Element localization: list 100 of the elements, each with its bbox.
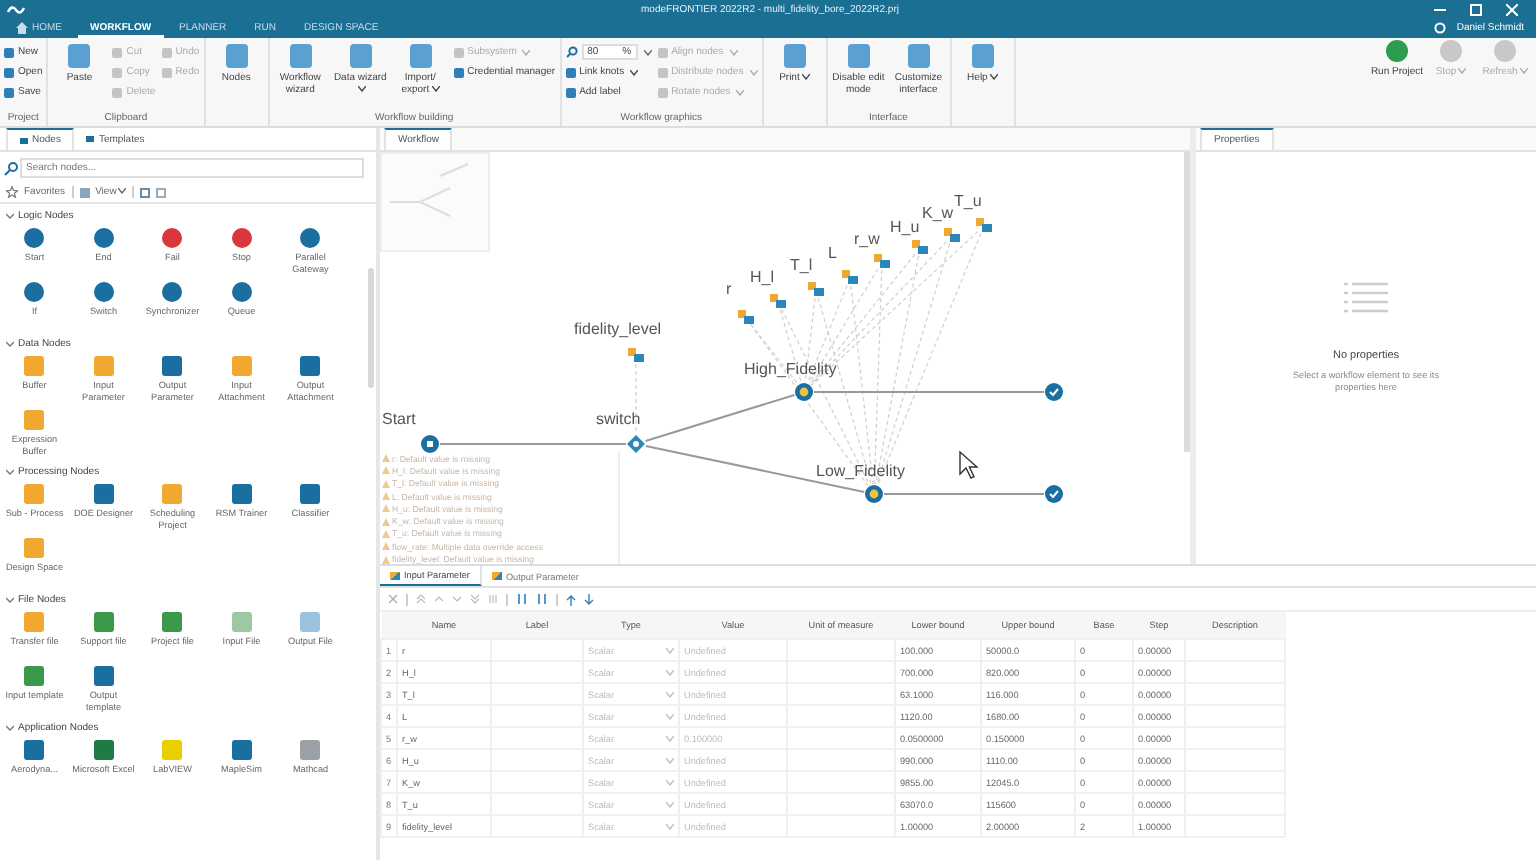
cross-icon[interactable] [388,594,398,604]
node-type-icon[interactable] [300,612,321,632]
node-type-icon[interactable] [231,484,252,504]
caret-icon[interactable] [801,74,810,81]
node-type-icon[interactable] [231,228,252,248]
node-label: H_l [750,268,775,286]
chevron-icon[interactable] [6,468,14,476]
node-type-icon[interactable] [162,228,183,248]
small-square-icon [453,67,464,77]
node-type-icon[interactable] [93,282,114,302]
small-square-icon [657,47,668,57]
expand-icon[interactable] [140,187,151,197]
collapse-icon[interactable] [156,187,167,197]
caret-icon[interactable] [989,74,998,81]
node-type-icon[interactable] [24,538,45,558]
node-label: Low_Fidelity [816,462,905,480]
node-type-icon[interactable] [93,484,114,504]
star-icon[interactable] [6,186,18,198]
chevron-icon[interactable] [6,212,14,220]
caret-icon[interactable] [630,69,639,75]
node-label: r_w [854,230,880,248]
round-icon [1386,40,1408,62]
small-square-icon [657,87,668,97]
parameter-node [628,348,644,362]
node-type-icon[interactable] [24,612,45,632]
parameter-node [808,282,824,296]
node-type-icon[interactable] [162,282,183,302]
tab-icon [86,136,95,142]
tile-icon [971,44,994,68]
tile-icon [907,44,930,68]
double-chevron-up-icon[interactable] [416,594,426,604]
tile-icon [783,44,806,68]
app-logo-icon [6,3,26,15]
chevron-icon[interactable] [6,340,14,348]
caret-icon[interactable] [118,188,127,195]
node-label: Start [382,410,416,428]
node-type-icon[interactable] [300,356,321,376]
parameter-node [944,228,960,242]
search-icon [4,161,18,175]
small-square-icon [657,67,668,77]
parameter-node [976,218,992,232]
end-node [1045,485,1063,503]
user-circle-icon [1434,22,1447,34]
caret-icon[interactable] [357,86,366,93]
chevron-down-icon[interactable] [452,594,462,604]
chevron-up-icon[interactable] [434,594,444,604]
parameter-node [842,270,858,284]
parameter-node [770,294,786,308]
small-square-icon [112,87,123,97]
maximize-icon[interactable] [1470,3,1482,15]
list-icon [1344,282,1388,314]
node-type-icon[interactable] [162,484,183,504]
double-chevron-down-icon[interactable] [470,594,480,604]
node-type-icon[interactable] [24,484,45,504]
parameter-node [912,240,928,254]
node-type-icon[interactable] [231,356,252,376]
node-type-icon[interactable] [24,740,45,760]
parameter-node [738,310,754,324]
close-icon[interactable] [1506,3,1518,15]
tile-icon [289,44,312,68]
node-type-icon[interactable] [231,740,252,760]
node-type-icon[interactable] [162,356,183,376]
node-label: H_u [890,218,920,236]
minimize-icon[interactable] [1434,3,1446,15]
node-type-icon[interactable] [24,356,45,376]
small-square-icon [161,47,172,57]
node-type-icon[interactable] [300,484,321,504]
chevron-icon[interactable] [6,724,14,732]
tab-icon [20,137,28,143]
node-type-icon[interactable] [93,356,114,376]
node-type-icon[interactable] [162,740,183,760]
node-label: T_l [790,256,813,274]
house-icon [16,22,28,34]
tile-icon [225,44,248,68]
node-type-icon[interactable] [162,612,183,632]
node-type-icon[interactable] [93,228,114,248]
caret-icon[interactable] [431,86,440,93]
tile-icon [409,44,432,68]
node-type-icon[interactable] [24,410,45,430]
arrow-up-icon[interactable] [566,593,576,605]
node-type-icon[interactable] [93,666,114,686]
node-type-icon[interactable] [300,228,321,248]
parameter-node [874,254,890,268]
tile-icon [68,44,91,68]
node-type-icon[interactable] [231,282,252,302]
node-type-icon[interactable] [24,282,45,302]
node-type-icon[interactable] [93,612,114,632]
node-type-icon[interactable] [93,740,114,760]
node-label: L [828,244,837,262]
node-type-icon[interactable] [231,612,252,632]
node-type-icon[interactable] [300,740,321,760]
arrow-down-icon[interactable] [584,593,594,605]
small-square-icon [4,47,14,57]
node-type-icon[interactable] [24,666,45,686]
node-label: switch [596,410,641,428]
round-icon [1494,40,1516,62]
caret-icon[interactable] [643,49,652,55]
chevron-icon[interactable] [6,596,14,604]
node-type-icon[interactable] [24,228,45,248]
small-square-icon [565,87,576,97]
